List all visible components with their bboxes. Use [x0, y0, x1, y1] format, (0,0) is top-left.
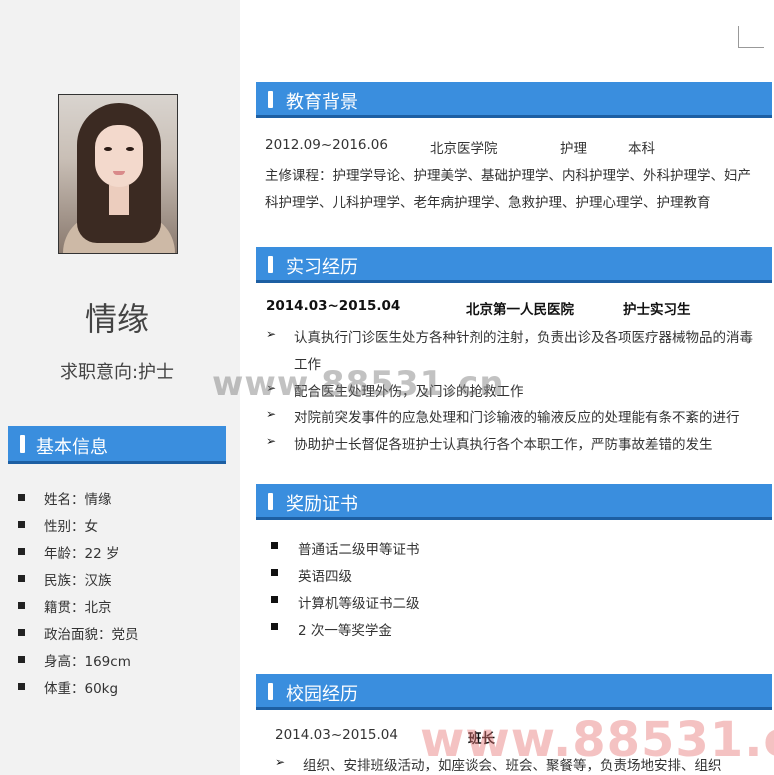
heading-bar-icon	[268, 91, 273, 108]
heading-bar-icon	[20, 435, 25, 453]
square-bullet-icon	[18, 548, 25, 555]
list-item: 年龄：22 岁	[18, 538, 139, 565]
internship-org: 北京第一人民医院	[466, 302, 574, 318]
internship-item: 配合医生处理外伤，及门诊的抢救工作	[294, 384, 524, 400]
heading-bar-icon	[268, 683, 273, 700]
profile-photo	[58, 94, 178, 254]
campus-heading: 校园经历	[256, 674, 772, 710]
list-item: 籍贯：北京	[18, 592, 139, 619]
internship-item-cont: 工作	[294, 357, 321, 373]
campus-period: 2014.03~2015.04	[275, 727, 398, 743]
arrow-bullet-icon: ➢	[275, 755, 286, 769]
list-item: 政治面貌：党员	[18, 619, 139, 646]
square-bullet-icon	[18, 494, 25, 501]
internship-role: 护士实习生	[623, 302, 691, 318]
square-bullet-icon	[18, 575, 25, 582]
internship-item: 认真执行门诊医生处方各种针剂的注射，负责出诊及各项医疗器械物品的消毒	[294, 330, 753, 346]
heading-bar-icon	[268, 493, 273, 510]
basic-info-heading: 基本信息	[8, 426, 226, 464]
education-heading: 教育背景	[256, 82, 772, 118]
internship-period: 2014.03~2015.04	[266, 298, 401, 314]
list-item: 性别：女	[18, 511, 139, 538]
candidate-name: 情缘	[84, 300, 149, 338]
internship-heading: 实习经历	[256, 247, 772, 283]
square-bullet-icon	[18, 602, 25, 609]
square-bullet-icon	[271, 569, 278, 576]
square-bullet-icon	[18, 521, 25, 528]
arrow-bullet-icon: ➢	[266, 381, 277, 395]
awards-heading: 奖励证书	[256, 484, 772, 520]
list-item: 身高：169cm	[18, 646, 139, 673]
sidebar: 情缘 求职意向:护士 基本信息 姓名：情缘 性别：女 年龄：22 岁 民族：汉族…	[0, 0, 240, 775]
internship-item: 对院前突发事件的应急处理和门诊输液的输液反应的处理能有条不紊的进行	[294, 410, 740, 426]
arrow-bullet-icon: ➢	[266, 434, 277, 448]
education-school: 北京医学院	[430, 141, 498, 157]
campus-item: 组织、安排班级活动，如座谈会、班会、聚餐等，负责场地安排、组织	[303, 758, 722, 774]
basic-info-list: 姓名：情缘 性别：女 年龄：22 岁 民族：汉族 籍贯：北京 政治面貌：党员 身…	[18, 484, 139, 700]
campus-role: 班长	[468, 731, 495, 747]
page-corner-mark	[738, 26, 764, 48]
list-item: 姓名：情缘	[18, 484, 139, 511]
internship-item: 协助护士长督促各班护士认真执行各个本职工作，严防事故差错的发生	[294, 437, 713, 453]
square-bullet-icon	[271, 623, 278, 630]
square-bullet-icon	[18, 683, 25, 690]
award-item: 计算机等级证书二级	[298, 596, 420, 612]
square-bullet-icon	[271, 542, 278, 549]
square-bullet-icon	[18, 629, 25, 636]
award-item: 普通话二级甲等证书	[298, 542, 420, 558]
education-courses-line2: 科护理学、儿科护理学、老年病护理学、急救护理、护理心理学、护理教育	[265, 195, 711, 211]
education-major: 护理	[560, 141, 587, 157]
education-courses-line1: 主修课程：护理学导论、护理美学、基础护理学、内科护理学、外科护理学、妇产	[265, 168, 751, 184]
heading-bar-icon	[268, 256, 273, 273]
square-bullet-icon	[271, 596, 278, 603]
square-bullet-icon	[18, 656, 25, 663]
job-intent: 求职意向:护士	[59, 362, 175, 383]
education-degree: 本科	[628, 141, 655, 157]
education-period: 2012.09~2016.06	[265, 137, 388, 153]
award-item: 2 次一等奖学金	[298, 623, 392, 639]
arrow-bullet-icon: ➢	[266, 327, 277, 341]
award-item: 英语四级	[298, 569, 352, 585]
arrow-bullet-icon: ➢	[266, 407, 277, 421]
list-item: 体重：60kg	[18, 673, 139, 700]
list-item: 民族：汉族	[18, 565, 139, 592]
